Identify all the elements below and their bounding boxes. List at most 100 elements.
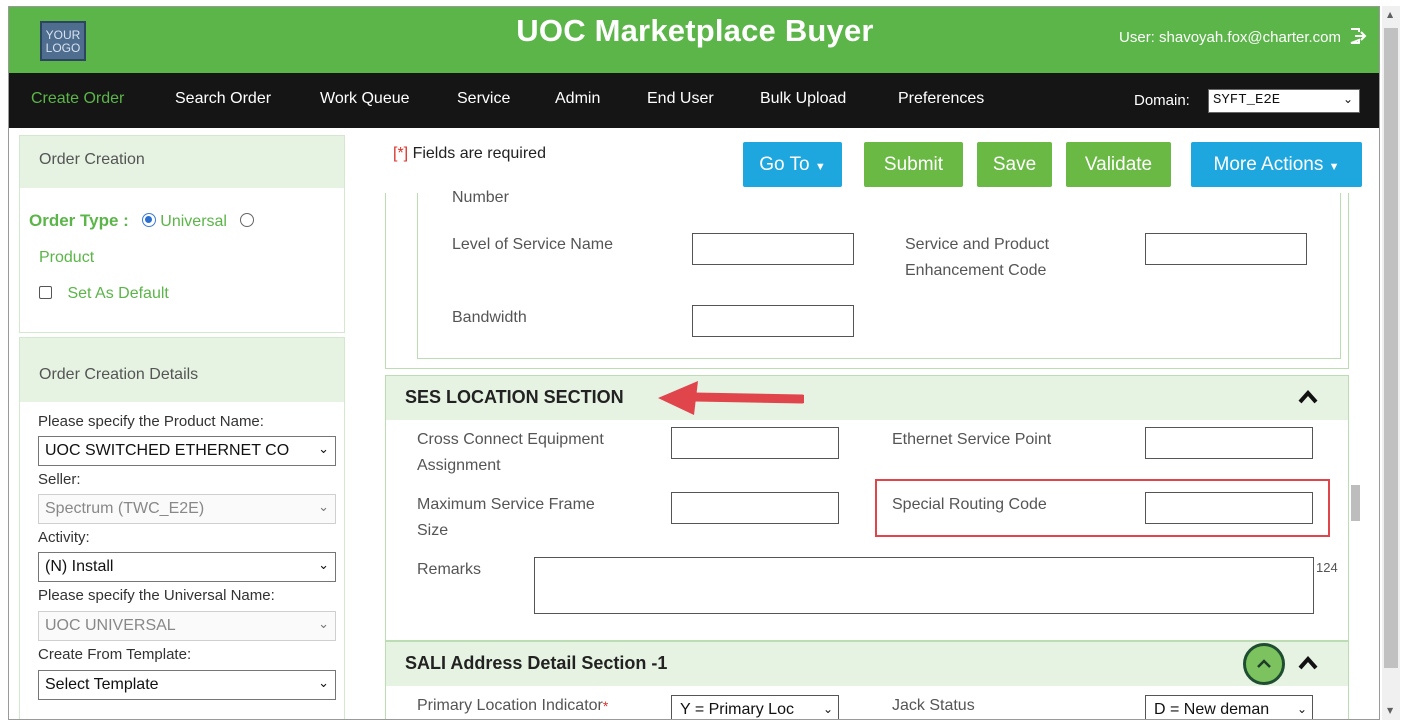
seller-value: Spectrum (TWC_E2E) (45, 500, 205, 517)
scroll-top-button[interactable] (1243, 643, 1285, 685)
primary-location-label: Primary Location Indicator* (417, 693, 608, 719)
bandwidth-input[interactable] (692, 305, 854, 337)
primary-location-value: Y = Primary Loc (680, 701, 794, 718)
remarks-textarea[interactable] (534, 557, 1314, 614)
order-type-label: Order Type : (29, 211, 129, 230)
section-border-right (1348, 193, 1349, 369)
domain-label: Domain: (1134, 92, 1190, 109)
jack-status-select[interactable]: D = New deman ⌄ (1145, 695, 1313, 719)
required-text: Fields are required (408, 145, 546, 162)
seller-select[interactable]: Spectrum (TWC_E2E) ⌄ (38, 494, 336, 524)
chevron-down-icon: ⌄ (316, 676, 329, 691)
more-actions-button[interactable]: More Actions ▼ (1191, 142, 1362, 187)
required-note: [*] Fields are required (393, 145, 546, 163)
browser-viewport: YOUR LOGO UOC Marketplace Buyer User: sh… (8, 6, 1380, 720)
caret-down-icon: ▼ (1328, 161, 1340, 173)
chevron-up-icon (1257, 659, 1271, 668)
annotation-arrow (658, 381, 804, 415)
max-frame-input[interactable] (671, 492, 839, 524)
cross-connect-label-line1: Cross Connect Equipment (417, 431, 604, 448)
save-button[interactable]: Save (977, 142, 1052, 187)
form-scrollbar-thumb[interactable] (1351, 485, 1360, 521)
level-of-service-input[interactable] (692, 233, 854, 265)
user-email: User: shavoyah.fox@charter.com (1119, 29, 1341, 46)
chevron-down-icon: ⌄ (822, 702, 833, 716)
nav-end-user[interactable]: End User (647, 90, 714, 108)
set-default-row: Set As Default (39, 285, 169, 303)
sali-section-header[interactable]: SALI Address Detail Section -1 (386, 642, 1348, 686)
nav-admin[interactable]: Admin (555, 90, 600, 108)
service-subsection (417, 193, 1341, 359)
goto-label: Go To (759, 154, 810, 175)
more-actions-label: More Actions (1213, 154, 1324, 175)
logout-icon[interactable] (1349, 27, 1367, 45)
chevron-down-icon: ⌄ (316, 500, 329, 515)
domain-select[interactable]: SYFT_E2E ⌄ (1208, 89, 1360, 113)
order-creation-panel: Order Creation (19, 135, 345, 333)
activity-select[interactable]: (N) Install ⌄ (38, 552, 336, 582)
collapse-icon[interactable] (1298, 654, 1318, 670)
nav-search-order[interactable]: Search Order (175, 90, 271, 108)
required-asterisk: * (602, 698, 609, 714)
remarks-char-count: 124 (1316, 560, 1338, 575)
universal-name-select[interactable]: UOC UNIVERSAL ⌄ (38, 611, 336, 641)
ethernet-service-point-input[interactable] (1145, 427, 1313, 459)
jack-status-value: D = New deman (1154, 701, 1270, 718)
service-enh-label-line2: Enhancement Code (905, 262, 1047, 279)
template-value: Select Template (45, 676, 159, 693)
nav-preferences[interactable]: Preferences (898, 90, 984, 108)
ethernet-service-point-label: Ethernet Service Point (892, 431, 1052, 448)
chevron-down-icon: ⌄ (1342, 92, 1353, 106)
scroll-down-icon[interactable]: ▼ (1387, 706, 1393, 715)
annotation-highlight (875, 479, 1330, 537)
order-creation-title: Order Creation (20, 136, 344, 188)
bandwidth-label: Bandwidth (452, 309, 527, 326)
set-default-checkbox[interactable] (39, 286, 52, 299)
section-border-left (385, 193, 386, 369)
cross-connect-label-line2: Assignment (417, 457, 501, 474)
main-nav: Create Order Search Order Work Queue Ser… (9, 73, 1379, 128)
jack-status-label: Jack Status (892, 697, 975, 714)
nav-work-queue[interactable]: Work Queue (320, 90, 410, 108)
window-scrollbar-thumb[interactable] (1384, 28, 1398, 668)
section-divider (385, 368, 1349, 369)
product-name-select[interactable]: UOC SWITCHED ETHERNET CO ⌄ (38, 436, 336, 466)
scroll-up-icon[interactable]: ▲ (1387, 10, 1393, 19)
primary-location-select[interactable]: Y = Primary Loc ⌄ (671, 695, 839, 719)
submit-button[interactable]: Submit (864, 142, 963, 187)
cross-connect-input[interactable] (671, 427, 839, 459)
seller-label: Seller: (38, 471, 81, 488)
ses-section-header[interactable]: SES LOCATION SECTION (386, 376, 1348, 420)
validate-button[interactable]: Validate (1066, 142, 1171, 187)
number-label: Number (452, 189, 509, 206)
nav-service[interactable]: Service (457, 90, 510, 108)
ses-section-title: SES LOCATION SECTION (405, 387, 624, 407)
template-label: Create From Template: (38, 646, 192, 663)
primary-location-text: Primary Location Indicator (417, 697, 603, 714)
max-frame-label-line2: Size (417, 522, 449, 539)
service-enh-input[interactable] (1145, 233, 1307, 265)
chevron-down-icon: ⌄ (316, 617, 329, 632)
remarks-label: Remarks (417, 561, 482, 578)
domain-value: SYFT_E2E (1213, 92, 1281, 108)
universal-radio[interactable] (141, 213, 156, 227)
nav-bulk-upload[interactable]: Bulk Upload (760, 90, 846, 108)
max-frame-label-line1: Maximum Service Frame (417, 496, 595, 513)
chevron-down-icon: ⌄ (316, 442, 329, 457)
nav-create-order[interactable]: Create Order (31, 90, 124, 108)
goto-button[interactable]: Go To ▼ (743, 142, 842, 187)
product-radio[interactable] (239, 213, 254, 227)
window-scrollbar[interactable]: ▲ ▼ (1382, 6, 1400, 720)
template-select[interactable]: Select Template ⌄ (38, 670, 336, 700)
product-name-value: UOC SWITCHED ETHERNET CO (45, 442, 290, 459)
caret-down-icon: ▼ (814, 161, 826, 173)
chevron-down-icon: ⌄ (1296, 702, 1307, 716)
chevron-down-icon: ⌄ (316, 558, 329, 573)
universal-name-value: UOC UNIVERSAL (45, 617, 176, 634)
order-type-row: Order Type : Universal (29, 211, 254, 231)
collapse-icon[interactable] (1298, 388, 1318, 404)
level-of-service-label: Level of Service Name (452, 236, 613, 253)
activity-value: (N) Install (45, 558, 114, 575)
sali-section-title: SALI Address Detail Section -1 (405, 653, 668, 673)
required-marker: [*] (393, 145, 409, 162)
